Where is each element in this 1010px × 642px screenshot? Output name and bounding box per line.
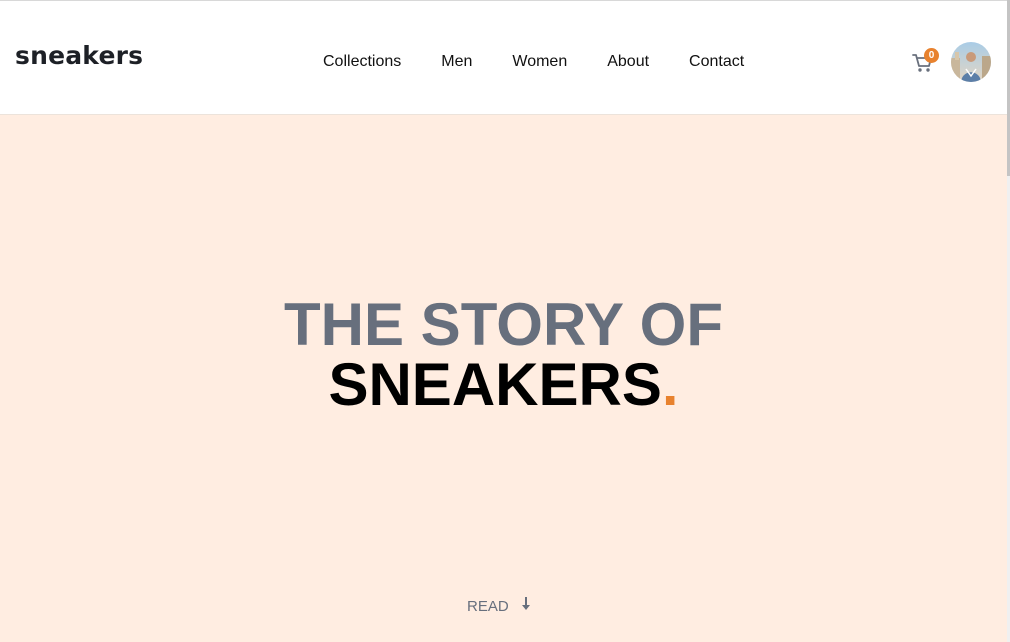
hero: THE STORY OF SNEAKERS. READ: [0, 115, 1007, 642]
nav-item-women[interactable]: Women: [512, 52, 567, 72]
main-nav: Collections Men Women About Contact: [323, 52, 744, 72]
cart-count-badge: 0: [924, 48, 939, 63]
site-header: sneakers Collections Men Women About Con…: [0, 1, 1007, 115]
read-link[interactable]: READ: [467, 596, 531, 616]
nav-item-collections[interactable]: Collections: [323, 52, 401, 72]
nav-item-contact[interactable]: Contact: [689, 52, 744, 72]
read-label: READ: [467, 597, 509, 615]
avatar[interactable]: [951, 42, 991, 82]
logo[interactable]: sneakers: [15, 43, 143, 68]
hero-title-accent: .: [661, 351, 679, 418]
hero-title: THE STORY OF SNEAKERS.: [0, 295, 1007, 415]
cart-button[interactable]: 0: [912, 48, 939, 74]
nav-item-men[interactable]: Men: [441, 52, 472, 72]
hero-title-line1: THE STORY OF: [284, 291, 723, 358]
hero-title-line2: SNEAKERS: [328, 351, 662, 418]
page: sneakers Collections Men Women About Con…: [0, 0, 1010, 642]
arrow-down-icon: [521, 596, 531, 616]
hero-title-line2-wrap: SNEAKERS.: [0, 355, 1007, 415]
nav-item-about[interactable]: About: [607, 52, 649, 72]
